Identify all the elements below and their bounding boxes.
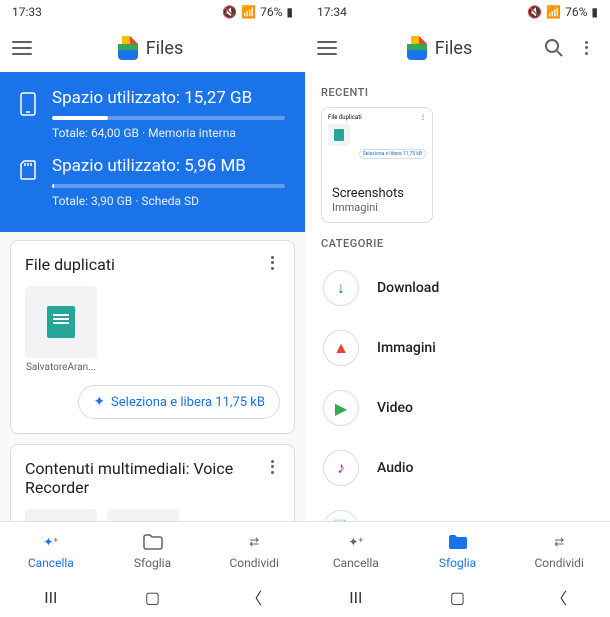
battery-icon: ▮ bbox=[591, 5, 598, 19]
category-label: Audio bbox=[377, 460, 413, 476]
category-item-documenti-e-altri-file[interactable]: 📄Documenti e altri file bbox=[313, 498, 602, 521]
nav-clean[interactable]: ✦⁺ Cancella bbox=[0, 522, 102, 577]
category-item-video[interactable]: ▶ Video bbox=[313, 378, 602, 438]
card-media-title: Contenuti multimediali: Voice Recorder bbox=[25, 459, 264, 497]
section-recent: Recenti bbox=[305, 72, 610, 107]
status-bar: 17:33 🔇 📶 76% ▮ bbox=[0, 0, 305, 24]
battery-text: 76% bbox=[260, 5, 282, 19]
menu-button[interactable] bbox=[12, 41, 32, 55]
home-button[interactable]: ▢ bbox=[445, 585, 469, 609]
app-bar: Files bbox=[305, 24, 610, 72]
status-bar: 17:34 🔇 📶 76% ▮ bbox=[305, 0, 610, 24]
system-nav: III ▢ 〈 bbox=[0, 577, 305, 617]
system-nav: III ▢ 〈 bbox=[305, 577, 610, 617]
sd-card-icon bbox=[20, 160, 36, 180]
storage-internal-title: Spazio utilizzato: 15,27 GB bbox=[52, 88, 285, 108]
battery-icon: ▮ bbox=[286, 5, 293, 19]
category-icon: ♪ bbox=[323, 450, 359, 486]
phone-icon bbox=[20, 92, 36, 116]
card-menu-button[interactable] bbox=[264, 255, 280, 271]
nav-share[interactable]: ⇄ Condividi bbox=[508, 522, 610, 577]
status-indicators: 🔇 📶 76% ▮ bbox=[222, 5, 293, 19]
category-item-audio[interactable]: ♪ Audio bbox=[313, 438, 602, 498]
recent-type: Immagini bbox=[332, 201, 422, 214]
app-title: Files bbox=[435, 38, 473, 59]
more-icon bbox=[578, 40, 594, 56]
cards-scroll[interactable]: File duplicati SalvatoreAran... ✦ Selezi… bbox=[0, 232, 305, 521]
sparkle-icon: ✦ bbox=[93, 394, 105, 410]
category-item-download[interactable]: ↓ Download bbox=[313, 258, 602, 318]
category-label: Video bbox=[377, 400, 413, 416]
recent-preview: File duplicati⋮ Seleziona e libera 11,75… bbox=[322, 108, 432, 178]
category-icon: ↓ bbox=[323, 270, 359, 306]
duplicate-file-1[interactable]: SalvatoreAran... bbox=[25, 286, 97, 373]
back-button[interactable]: 〈 bbox=[547, 585, 571, 609]
app-title-wrap: Files bbox=[40, 36, 261, 60]
nav-browse[interactable]: Sfoglia bbox=[102, 522, 204, 577]
media-file-2[interactable]: ♪ Voce 001.m4a bbox=[107, 509, 179, 521]
app-bar: Files bbox=[0, 24, 305, 72]
recent-card-screenshots[interactable]: File duplicati⋮ Seleziona e libera 11,75… bbox=[321, 107, 433, 223]
media-file-1[interactable]: ♪ Rumori.m4a bbox=[25, 509, 97, 521]
sparkle-icon: ✦⁺ bbox=[344, 530, 368, 554]
nav-clean[interactable]: ✦⁺ Cancella bbox=[305, 522, 407, 577]
category-icon: ▶ bbox=[323, 390, 359, 426]
menu-button[interactable] bbox=[317, 41, 337, 55]
recents-button[interactable]: III bbox=[344, 585, 368, 609]
battery-text: 76% bbox=[565, 5, 587, 19]
nav-browse[interactable]: Sfoglia bbox=[407, 522, 509, 577]
category-label: Download bbox=[377, 280, 439, 296]
share-icon: ⇄ bbox=[547, 530, 571, 554]
mute-icon: 🔇 bbox=[527, 5, 542, 19]
files-logo-icon bbox=[118, 36, 138, 60]
recent-name: Screenshots bbox=[332, 186, 422, 201]
document-icon bbox=[47, 306, 75, 338]
files-logo-icon bbox=[407, 36, 427, 60]
wifi-icon: 📶 bbox=[241, 5, 256, 19]
storage-internal-sub: Totale: 64,00 GB · Memoria interna bbox=[52, 126, 285, 140]
app-title: Files bbox=[146, 38, 184, 59]
category-label: Immagini bbox=[377, 340, 436, 356]
storage-hero: Spazio utilizzato: 15,27 GB Totale: 64,0… bbox=[0, 72, 305, 232]
overflow-menu-button[interactable] bbox=[574, 36, 598, 60]
bottom-nav: ✦⁺ Cancella Sfoglia ⇄ Condividi bbox=[305, 521, 610, 577]
category-list: ↓ Download ▲ Immagini ▶ Video ♪ Audio 📄Documenti… bbox=[305, 258, 610, 521]
card-media: Contenuti multimediali: Voice Recorder ♪… bbox=[10, 444, 295, 521]
category-icon: 📄 bbox=[323, 510, 359, 521]
mute-icon: 🔇 bbox=[222, 5, 237, 19]
status-time: 17:33 bbox=[12, 5, 42, 19]
folder-icon bbox=[446, 530, 470, 554]
storage-internal[interactable]: Spazio utilizzato: 15,27 GB Totale: 64,0… bbox=[20, 88, 285, 140]
sparkle-icon: ✦⁺ bbox=[39, 530, 63, 554]
card-menu-button[interactable] bbox=[264, 459, 280, 475]
category-icon: ▲ bbox=[323, 330, 359, 366]
duplicates-action-button[interactable]: ✦ Seleziona e libera 11,75 kB bbox=[78, 385, 280, 419]
status-time: 17:34 bbox=[317, 5, 347, 19]
home-button[interactable]: ▢ bbox=[140, 585, 164, 609]
card-duplicates: File duplicati SalvatoreAran... ✦ Selezi… bbox=[10, 240, 295, 434]
section-categories: Categorie bbox=[305, 223, 610, 258]
storage-sd-sub: Totale: 3,90 GB · Scheda SD bbox=[52, 194, 285, 208]
card-duplicates-title: File duplicati bbox=[25, 255, 264, 274]
nav-share[interactable]: ⇄ Condividi bbox=[203, 522, 305, 577]
app-title-wrap: Files bbox=[345, 36, 534, 60]
back-button[interactable]: 〈 bbox=[242, 585, 266, 609]
folder-icon bbox=[141, 530, 165, 554]
recents-button[interactable]: III bbox=[39, 585, 63, 609]
category-item-immagini[interactable]: ▲ Immagini bbox=[313, 318, 602, 378]
status-indicators: 🔇 📶 76% ▮ bbox=[527, 5, 598, 19]
browse-scroll[interactable]: Recenti File duplicati⋮ Seleziona e libe… bbox=[305, 72, 610, 521]
wifi-icon: 📶 bbox=[546, 5, 561, 19]
storage-sd-title: Spazio utilizzato: 5,96 MB bbox=[52, 156, 285, 176]
search-icon bbox=[544, 38, 564, 58]
screen-browse: 17:34 🔇 📶 76% ▮ Files Recenti File dupli… bbox=[305, 0, 610, 617]
storage-sd[interactable]: Spazio utilizzato: 5,96 MB Totale: 3,90 … bbox=[20, 156, 285, 208]
search-button[interactable] bbox=[542, 36, 566, 60]
screen-clean: 17:33 🔇 📶 76% ▮ Files Spazio utilizzato:… bbox=[0, 0, 305, 617]
share-icon: ⇄ bbox=[242, 530, 266, 554]
bottom-nav: ✦⁺ Cancella Sfoglia ⇄ Condividi bbox=[0, 521, 305, 577]
